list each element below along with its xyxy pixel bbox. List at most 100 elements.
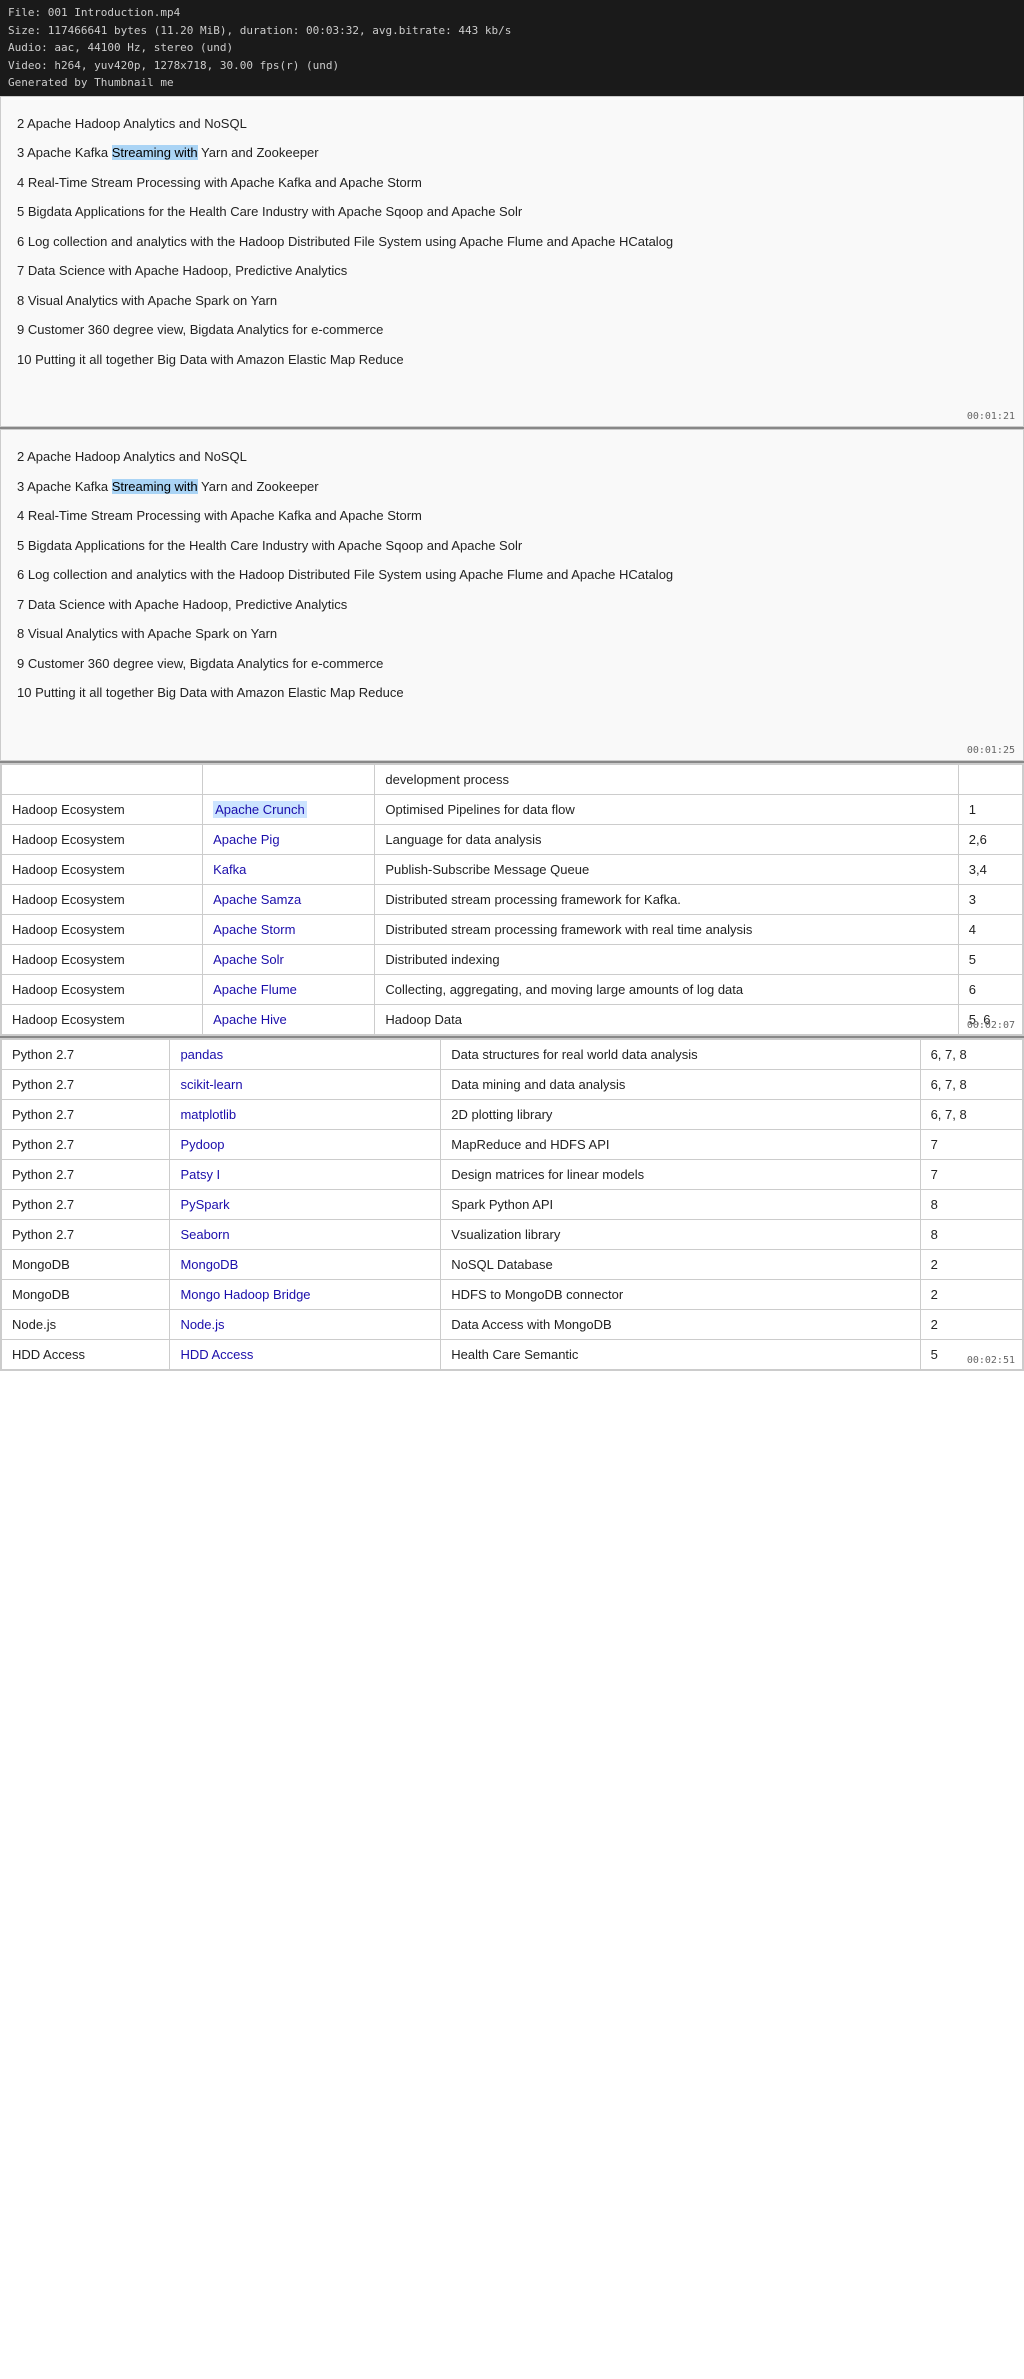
table-row: Hadoop Ecosystem Kafka Publish-Subscribe… [2, 854, 1023, 884]
table-cell-tool: PySpark [170, 1189, 441, 1219]
panel-2-content: 2 Apache Hadoop Analytics and NoSQL 3 Ap… [1, 430, 1023, 760]
table-cell-modules: 8 [920, 1219, 1022, 1249]
table-row: HDD Access HDD Access Health Care Semant… [2, 1339, 1023, 1369]
table-cell [2, 764, 203, 794]
timestamp-3: 00:02:07 [967, 1020, 1015, 1031]
table-row: MongoDB Mongo Hadoop Bridge HDFS to Mong… [2, 1279, 1023, 1309]
table-cell-description: Design matrices for linear models [441, 1159, 920, 1189]
course-list-2: 2 Apache Hadoop Analytics and NoSQL 3 Ap… [17, 442, 1007, 708]
table-cell-modules: 6, 7, 8 [920, 1069, 1022, 1099]
list-item: 8 Visual Analytics with Apache Spark on … [17, 286, 1007, 316]
panel-1: 2 Apache Hadoop Analytics and NoSQL 3 Ap… [0, 96, 1024, 428]
list-item: 9 Customer 360 degree view, Bigdata Anal… [17, 315, 1007, 345]
table-cell-description: Data structures for real world data anal… [441, 1039, 920, 1069]
table-cell-modules: 8 [920, 1189, 1022, 1219]
list-item: 10 Putting it all together Big Data with… [17, 678, 1007, 708]
table-cell-ecosystem: HDD Access [2, 1339, 170, 1369]
table-cell-modules: 7 [920, 1129, 1022, 1159]
list-item: 7 Data Science with Apache Hadoop, Predi… [17, 590, 1007, 620]
table-row: Python 2.7 Pydoop MapReduce and HDFS API… [2, 1129, 1023, 1159]
table-cell-apache-hive: Apache Hive [203, 1004, 375, 1034]
table-cell-ecosystem: Hadoop Ecosystem [2, 974, 203, 1004]
table-panel-2: Python 2.7 pandas Data structures for re… [0, 1038, 1024, 1371]
table-cell-modules: 1 [958, 794, 1022, 824]
table-row: Node.js Node.js Data Access with MongoDB… [2, 1309, 1023, 1339]
table-row: development process [2, 764, 1023, 794]
table-cell-modules: 7 [920, 1159, 1022, 1189]
video-generated: Generated by Thumbnail me [8, 74, 1016, 92]
list-item: 5 Bigdata Applications for the Health Ca… [17, 531, 1007, 561]
table-cell-tool: Seaborn [170, 1219, 441, 1249]
table-cell-description: Vsualization library [441, 1219, 920, 1249]
table-cell-ecosystem: Python 2.7 [2, 1219, 170, 1249]
table-cell-modules: 2 [920, 1279, 1022, 1309]
table-cell-description: Data Access with MongoDB [441, 1309, 920, 1339]
table-cell-description: Distributed indexing [375, 944, 958, 974]
table-cell-tool: Mongo Hadoop Bridge [170, 1279, 441, 1309]
list-item: 4 Real-Time Stream Processing with Apach… [17, 501, 1007, 531]
table-row: Hadoop Ecosystem Apache Crunch Optimised… [2, 794, 1023, 824]
table-cell-tool: matplotlib [170, 1099, 441, 1129]
table-cell-ecosystem: Python 2.7 [2, 1039, 170, 1069]
table-cell-description: HDFS to MongoDB connector [441, 1279, 920, 1309]
table-cell-tool: Node.js [170, 1309, 441, 1339]
list-item: 8 Visual Analytics with Apache Spark on … [17, 619, 1007, 649]
table-cell-description: Health Care Semantic [441, 1339, 920, 1369]
table-cell-tool: Patsy I [170, 1159, 441, 1189]
table-cell-description: MapReduce and HDFS API [441, 1129, 920, 1159]
course-list-1: 2 Apache Hadoop Analytics and NoSQL 3 Ap… [17, 109, 1007, 375]
table-cell-ecosystem: Hadoop Ecosystem [2, 914, 203, 944]
table-cell-tool: Apache Pig [203, 824, 375, 854]
table-row: Python 2.7 scikit-learn Data mining and … [2, 1069, 1023, 1099]
table-row: Python 2.7 Patsy I Design matrices for l… [2, 1159, 1023, 1189]
table-cell-ecosystem: Node.js [2, 1309, 170, 1339]
table-cell-modules: 3 [958, 884, 1022, 914]
table-row: MongoDB MongoDB NoSQL Database 2 [2, 1249, 1023, 1279]
highlight-streaming-2: Streaming with [112, 479, 198, 494]
panel-2: 2 Apache Hadoop Analytics and NoSQL 3 Ap… [0, 429, 1024, 761]
table-cell-modules: 2,6 [958, 824, 1022, 854]
table-cell-tool: MongoDB [170, 1249, 441, 1279]
table-cell-description: Distributed stream processing framework … [375, 914, 958, 944]
timestamp-1: 00:01:21 [967, 411, 1015, 422]
table-cell-ecosystem: Python 2.7 [2, 1159, 170, 1189]
table-cell-description: Optimised Pipelines for data flow [375, 794, 958, 824]
ecosystem-table-2: Python 2.7 pandas Data structures for re… [1, 1039, 1023, 1370]
video-info-bar: File: 001 Introduction.mp4 Size: 1174666… [0, 0, 1024, 96]
table-cell-description: Distributed stream processing framework … [375, 884, 958, 914]
video-audio: Audio: aac, 44100 Hz, stereo (und) [8, 39, 1016, 57]
table-cell-description: Data mining and data analysis [441, 1069, 920, 1099]
table-cell-description: Hadoop Data [375, 1004, 958, 1034]
list-item: 3 Apache Kafka Streaming with Yarn and Z… [17, 138, 1007, 168]
table-cell: development process [375, 764, 958, 794]
table-cell-modules: 2 [920, 1249, 1022, 1279]
video-size: Size: 117466641 bytes (11.20 MiB), durat… [8, 22, 1016, 40]
list-item: 5 Bigdata Applications for the Health Ca… [17, 197, 1007, 227]
table-cell-ecosystem: Hadoop Ecosystem [2, 884, 203, 914]
table-cell-tool: Apache Crunch [203, 794, 375, 824]
list-item: 4 Real-Time Stream Processing with Apach… [17, 168, 1007, 198]
table-cell-ecosystem: Hadoop Ecosystem [2, 794, 203, 824]
list-item: 6 Log collection and analytics with the … [17, 560, 1007, 590]
table-row: Python 2.7 matplotlib 2D plotting librar… [2, 1099, 1023, 1129]
table-cell-description: Spark Python API [441, 1189, 920, 1219]
list-item: 7 Data Science with Apache Hadoop, Predi… [17, 256, 1007, 286]
table-cell-description: Publish-Subscribe Message Queue [375, 854, 958, 884]
table-cell-modules: 2 [920, 1309, 1022, 1339]
table-cell-ecosystem: Hadoop Ecosystem [2, 854, 203, 884]
table-cell-modules: 4 [958, 914, 1022, 944]
list-item: 3 Apache Kafka Streaming with Yarn and Z… [17, 472, 1007, 502]
highlight-streaming: Streaming with [112, 145, 198, 160]
table-cell-modules: 3,4 [958, 854, 1022, 884]
table-row: Python 2.7 PySpark Spark Python API 8 [2, 1189, 1023, 1219]
video-file: File: 001 Introduction.mp4 [8, 4, 1016, 22]
table-cell-ecosystem: Hadoop Ecosystem [2, 1004, 203, 1034]
table-cell-description: Collecting, aggregating, and moving larg… [375, 974, 958, 1004]
list-item: 2 Apache Hadoop Analytics and NoSQL [17, 442, 1007, 472]
video-video: Video: h264, yuv420p, 1278x718, 30.00 fp… [8, 57, 1016, 75]
table-cell-ecosystem: Hadoop Ecosystem [2, 824, 203, 854]
table-cell-ecosystem: Python 2.7 [2, 1069, 170, 1099]
table-cell-tool: scikit-learn [170, 1069, 441, 1099]
table-cell-modules: 5 [958, 944, 1022, 974]
table-cell-tool: Apache Solr [203, 944, 375, 974]
